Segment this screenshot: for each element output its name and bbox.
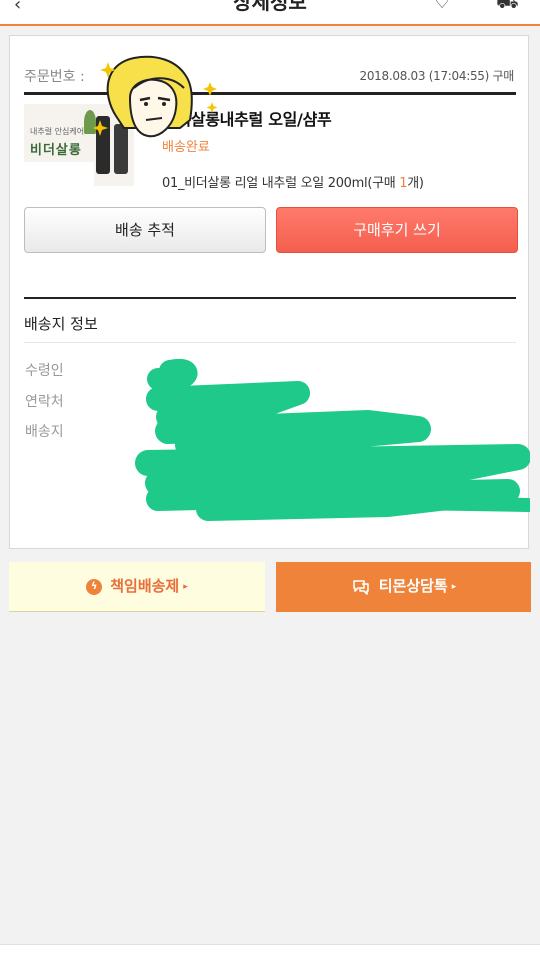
write-review-button[interactable]: 구매후기 쓰기 [276, 207, 518, 253]
order-date: 2018.08.03 (17:04:55) 구매 [359, 69, 515, 83]
cartoon-sticker [94, 55, 218, 138]
order-card: 주문번호 : 2018.08.03 (17:04:55) 구매 내추럴 안심케어… [9, 35, 530, 549]
cart-icon[interactable]: ⛟ [496, 0, 519, 16]
responsible-delivery-label: 책임배송제 [110, 577, 180, 595]
redaction-scribble [135, 359, 530, 521]
option-suffix: 개) [407, 176, 424, 191]
option-text: 01_비더살롱 리얼 내추럴 오일 200ml(구매 [162, 176, 400, 191]
thumb-towel [24, 162, 94, 186]
recipient-label: 수령인 [25, 363, 64, 379]
thumb-brand: 비더살롱 [30, 143, 82, 158]
responsible-delivery-button[interactable]: ϟ 책임배송제 ▸ [9, 562, 265, 612]
shipping-info-header: 배송지 정보 [24, 297, 516, 343]
product-option: 01_비더살롱 리얼 내추럴 오일 200ml(구매 1개) [162, 172, 424, 191]
contact-label: 연락처 [25, 394, 64, 410]
tmon-chat-button[interactable]: 티몬상담톡 ▸ [276, 562, 531, 612]
track-shipment-button[interactable]: 배송 추적 [24, 207, 266, 253]
top-bar: ‹ 상세정보 ♡ ⛟ [0, 0, 540, 26]
page-title: 상세정보 [233, 0, 307, 14]
chat-bubble-icon [352, 579, 369, 595]
tmon-chat-label: 티몬상담톡 [378, 577, 448, 595]
order-number-label: 주문번호 : [24, 69, 85, 85]
bottom-nav-edge [0, 944, 540, 961]
chevron-right-icon: ▸ [183, 581, 188, 592]
shipping-info-title: 배송지 정보 [24, 315, 98, 333]
thumb-caption: 내추럴 안심케어 [30, 127, 85, 136]
heart-icon[interactable]: ♡ [434, 0, 450, 13]
chevron-right-icon: ▸ [451, 581, 457, 592]
lightning-icon: ϟ [86, 578, 103, 595]
address-label: 배송지 [25, 424, 64, 440]
